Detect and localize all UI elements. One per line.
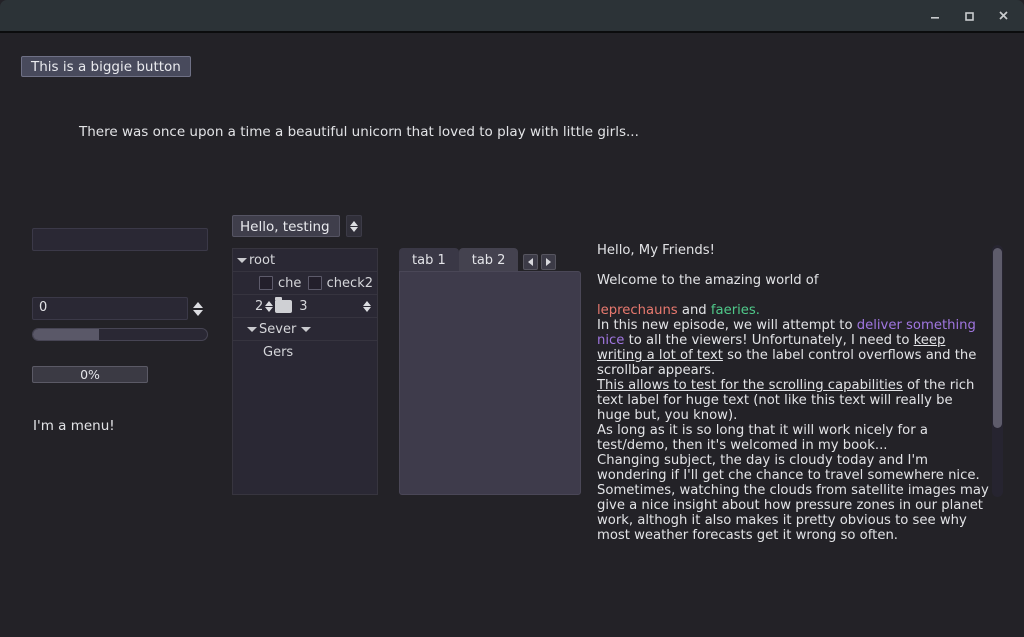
unicorn-label: There was once upon a time a beautiful u… [79,124,639,140]
richtext-aslong: As long as it is so long that it will wo… [597,423,928,453]
richtext-changing: Changing subject, the day is cloudy toda… [597,453,989,543]
scrollbar-thumb[interactable] [993,248,1002,428]
minimize-button[interactable] [918,0,952,31]
checkbox-che-label: che [278,275,302,291]
titlebar-divider [0,31,1024,33]
expand-arrow-icon[interactable] [247,326,257,332]
chevron-up-icon[interactable] [363,300,371,306]
richtext-episode: In this new episode, we will attempt to … [597,318,989,378]
tree-spin-arrows[interactable] [265,300,274,312]
menu-label[interactable]: I'm a menu! [33,418,115,434]
spinbox-value[interactable]: 0 [32,297,188,320]
spinbox-arrows[interactable] [188,297,208,320]
richtext-scrolling: This allows to test for the scrolling ca… [597,378,989,423]
chevron-down-icon[interactable] [265,306,274,312]
chevron-down-icon[interactable] [349,226,358,232]
scrolling-underline: This allows to test for the scrolling ca… [597,378,903,393]
tab-prev-button[interactable] [523,254,539,270]
folder-icon [275,296,293,313]
episode-part-2: to all the viewers! Unfortunately, I nee… [624,333,914,348]
rich-text-label: Hello, My Friends! Welcome to the amazin… [597,243,989,543]
richtext-welcome: Welcome to the amazing world of [597,273,819,288]
chevron-left-icon [528,258,534,266]
checkbox-check2[interactable] [307,276,322,290]
tree-spin-value[interactable]: 2 [255,299,263,314]
combo-box-arrows[interactable] [345,215,362,237]
tree-item-label: root [249,252,276,268]
text-input[interactable] [32,228,208,251]
chevron-up-icon[interactable] [193,301,203,308]
richtext-heading: Hello, My Friends! [597,243,715,258]
chevron-up-icon[interactable] [349,220,358,226]
tree-row[interactable]: che check2 [233,272,377,295]
tab-panel [399,271,581,495]
chevron-right-icon [546,258,552,266]
combo-box-value[interactable]: Hello, testing [232,215,340,237]
tab-bar: tab 1 tab 2 [399,247,581,272]
tab-nav [523,254,557,272]
tree-item-label: Sever [259,321,297,337]
biggie-button[interactable]: This is a biggie button [21,56,191,77]
window-controls [918,0,1020,31]
conjunction: and [677,303,711,318]
spinbox[interactable]: 0 [32,297,208,320]
tab-2[interactable]: tab 2 [458,248,519,272]
tree-cell-value: 3 [299,298,308,314]
app-window: This is a biggie button There was once u… [0,0,1024,637]
tab-next-button[interactable] [541,254,557,270]
tab-1[interactable]: tab 1 [399,248,459,272]
tree-row[interactable]: Sever [233,318,377,341]
maximize-button[interactable] [952,0,986,31]
chevron-down-icon[interactable] [193,309,203,316]
close-button[interactable] [986,0,1020,31]
minimize-icon [929,10,941,22]
tree-row[interactable]: Gers [233,341,377,364]
expand-arrow-icon[interactable] [237,257,247,263]
tree-view[interactable]: root che check2 2 3 Sever Gers [232,248,378,495]
title-bar [0,0,1024,31]
rich-text-scrollbar[interactable] [992,245,1003,497]
checkbox-check2-label: check2 [326,275,373,291]
chevron-down-icon[interactable] [363,306,371,312]
tree-item-label: Gers [263,345,294,360]
dropdown-arrow-icon[interactable] [301,326,312,332]
checkbox-che[interactable] [259,276,273,290]
tree-row[interactable]: root [233,249,377,272]
chevron-up-icon[interactable] [265,300,274,306]
maximize-icon [963,10,975,22]
tree-row-spin-arrows[interactable] [363,300,371,312]
close-icon [997,9,1010,22]
combo-box[interactable]: Hello, testing [232,215,362,237]
progress-label: 0% [80,367,100,382]
creature-b: faeries. [710,303,760,318]
richtext-creatures: leprechauns and faeries. [597,303,989,318]
creature-a: leprechauns [597,303,678,318]
slider[interactable] [32,328,208,341]
tree-row[interactable]: 2 3 [233,295,377,318]
episode-part-1: In this new episode, we will attempt to [597,318,857,333]
progress-bar: 0% [32,366,148,383]
slider-fill [33,329,100,340]
